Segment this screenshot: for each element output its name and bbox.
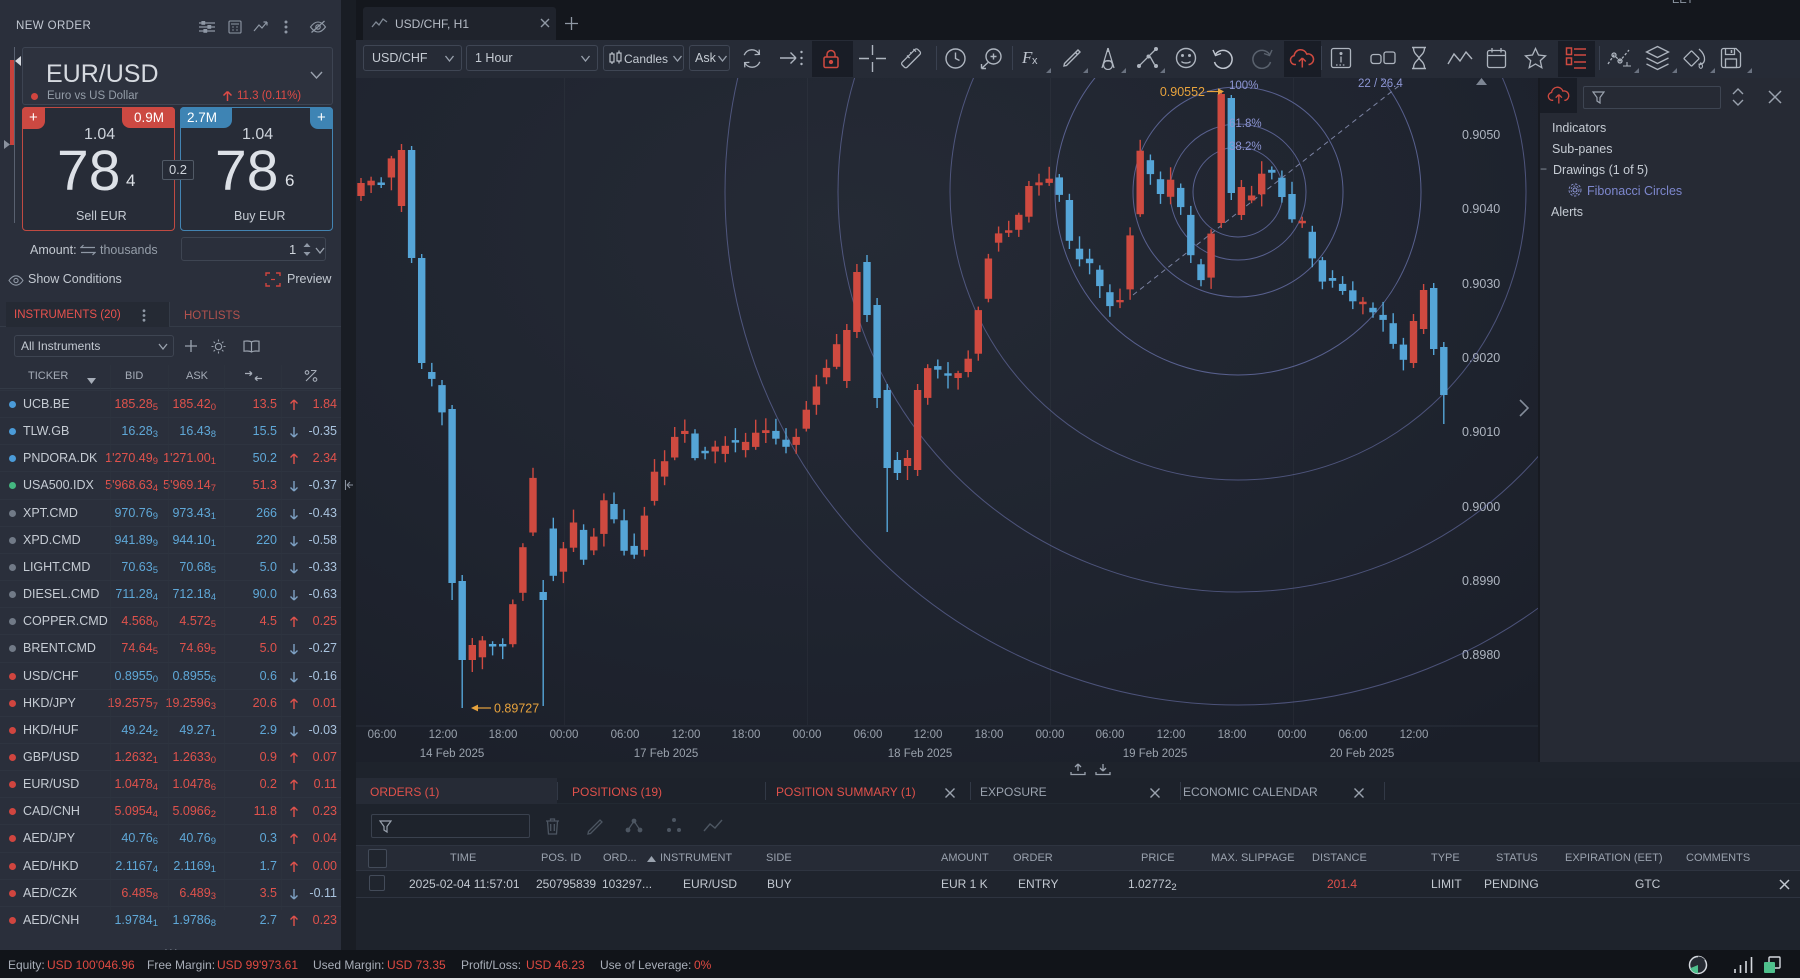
svg-text:0.90552: 0.90552 bbox=[1160, 85, 1205, 99]
svg-text:12:00: 12:00 bbox=[1400, 729, 1429, 741]
svg-text:19 Feb 2025: 19 Feb 2025 bbox=[1123, 748, 1188, 760]
svg-text:00:00: 00:00 bbox=[793, 729, 822, 741]
svg-text:00:00: 00:00 bbox=[1036, 729, 1065, 741]
svg-text:0.8990: 0.8990 bbox=[1462, 574, 1500, 588]
svg-text:0.9010: 0.9010 bbox=[1462, 425, 1500, 439]
svg-text:38.2%: 38.2% bbox=[1229, 141, 1262, 153]
svg-text:61.8%: 61.8% bbox=[1229, 118, 1262, 130]
svg-text:18:00: 18:00 bbox=[1218, 729, 1247, 741]
svg-text:22 / 26.4: 22 / 26.4 bbox=[1358, 78, 1403, 90]
svg-text:100%: 100% bbox=[1229, 80, 1258, 92]
svg-text:06:00: 06:00 bbox=[1096, 729, 1125, 741]
svg-text:18 Feb 2025: 18 Feb 2025 bbox=[888, 748, 953, 760]
svg-text:20 Feb 2025: 20 Feb 2025 bbox=[1330, 748, 1395, 760]
svg-text:18:00: 18:00 bbox=[975, 729, 1004, 741]
svg-text:06:00: 06:00 bbox=[1339, 729, 1368, 741]
svg-text:17 Feb 2025: 17 Feb 2025 bbox=[634, 748, 699, 760]
svg-text:06:00: 06:00 bbox=[368, 729, 397, 741]
svg-text:14 Feb 2025: 14 Feb 2025 bbox=[420, 748, 485, 760]
svg-text:12:00: 12:00 bbox=[914, 729, 943, 741]
svg-text:06:00: 06:00 bbox=[854, 729, 883, 741]
svg-text:00:00: 00:00 bbox=[1278, 729, 1307, 741]
svg-text:0.9040: 0.9040 bbox=[1462, 202, 1500, 216]
svg-text:0.9020: 0.9020 bbox=[1462, 351, 1500, 365]
svg-text:0.8980: 0.8980 bbox=[1462, 648, 1500, 662]
svg-text:0.9030: 0.9030 bbox=[1462, 277, 1500, 291]
svg-text:00:00: 00:00 bbox=[550, 729, 579, 741]
svg-text:12:00: 12:00 bbox=[672, 729, 701, 741]
svg-text:0.9050: 0.9050 bbox=[1462, 128, 1500, 142]
svg-text:12:00: 12:00 bbox=[429, 729, 458, 741]
svg-text:06:00: 06:00 bbox=[611, 729, 640, 741]
svg-text:18:00: 18:00 bbox=[489, 729, 518, 741]
svg-text:0.9000: 0.9000 bbox=[1462, 500, 1500, 514]
svg-text:12:00: 12:00 bbox=[1157, 729, 1186, 741]
svg-text:0.89727: 0.89727 bbox=[494, 702, 539, 716]
svg-text:18:00: 18:00 bbox=[732, 729, 761, 741]
